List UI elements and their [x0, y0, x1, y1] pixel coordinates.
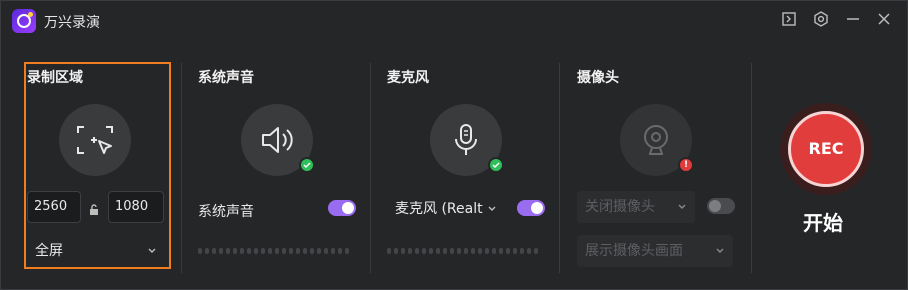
camera-display-label: 展示摄像头画面 [585, 243, 683, 259]
microphone-device-label: 麦克风 (Realt [395, 201, 483, 217]
system-audio-title: 系统声音 [198, 70, 254, 86]
minimize-icon[interactable] [845, 11, 865, 31]
microphone-icon [455, 124, 477, 155]
title-bar: 万兴录演 [1, 1, 907, 41]
record-mode-label: 全屏 [35, 243, 63, 259]
microphone-device-dropdown[interactable]: 麦克风 (Realt [387, 193, 505, 225]
rec-button[interactable]: REC [780, 103, 872, 195]
system-audio-label: 系统声音 [198, 204, 254, 220]
record-area-title: 录制区域 [27, 70, 83, 86]
webcam-icon [644, 125, 668, 155]
speaker-icon [262, 127, 293, 153]
close-icon[interactable] [876, 11, 896, 31]
chevron-down-icon [678, 204, 686, 209]
camera-toggle[interactable] [707, 198, 735, 214]
camera-display-dropdown[interactable]: 展示摄像头画面 [577, 235, 733, 267]
select-area-button[interactable] [59, 104, 131, 176]
divider [181, 63, 182, 273]
system-audio-level-meter [198, 248, 349, 254]
system-audio-toggle[interactable] [328, 200, 356, 216]
rec-button-inner: REC [788, 111, 864, 187]
chevron-down-icon [148, 248, 156, 253]
microphone-status-ok-icon [488, 157, 504, 173]
camera-device-dropdown[interactable]: 关闭摄像头 [577, 191, 695, 223]
rec-label: REC [808, 139, 844, 158]
chevron-down-icon [488, 206, 496, 211]
camera-title: 摄像头 [577, 70, 619, 86]
width-input[interactable]: 2560 [27, 191, 81, 223]
area-select-icon [77, 126, 113, 154]
settings-gear-icon[interactable] [813, 11, 833, 31]
camera-device-label: 关闭摄像头 [585, 199, 655, 215]
app-title: 万兴录演 [44, 15, 100, 31]
height-input[interactable]: 1080 [108, 191, 164, 223]
system-audio-status-ok-icon [299, 157, 315, 173]
divider [751, 63, 752, 273]
aspect-lock-icon[interactable] [89, 201, 99, 220]
sidebar-toggle-icon[interactable] [781, 11, 801, 31]
chevron-down-icon [716, 248, 724, 253]
app-window: 万兴录演 录制区域 2560 1080 全屏 系统声音 系统声音 麦克风 麦克风… [0, 0, 908, 290]
divider [370, 63, 371, 273]
app-logo-icon [12, 9, 36, 33]
microphone-level-meter [387, 248, 538, 254]
start-label: 开始 [803, 211, 843, 235]
camera-error-icon: ! [678, 157, 694, 173]
divider [559, 63, 560, 273]
microphone-toggle[interactable] [517, 200, 545, 216]
microphone-title: 麦克风 [387, 70, 429, 86]
record-mode-dropdown[interactable]: 全屏 [27, 235, 165, 267]
